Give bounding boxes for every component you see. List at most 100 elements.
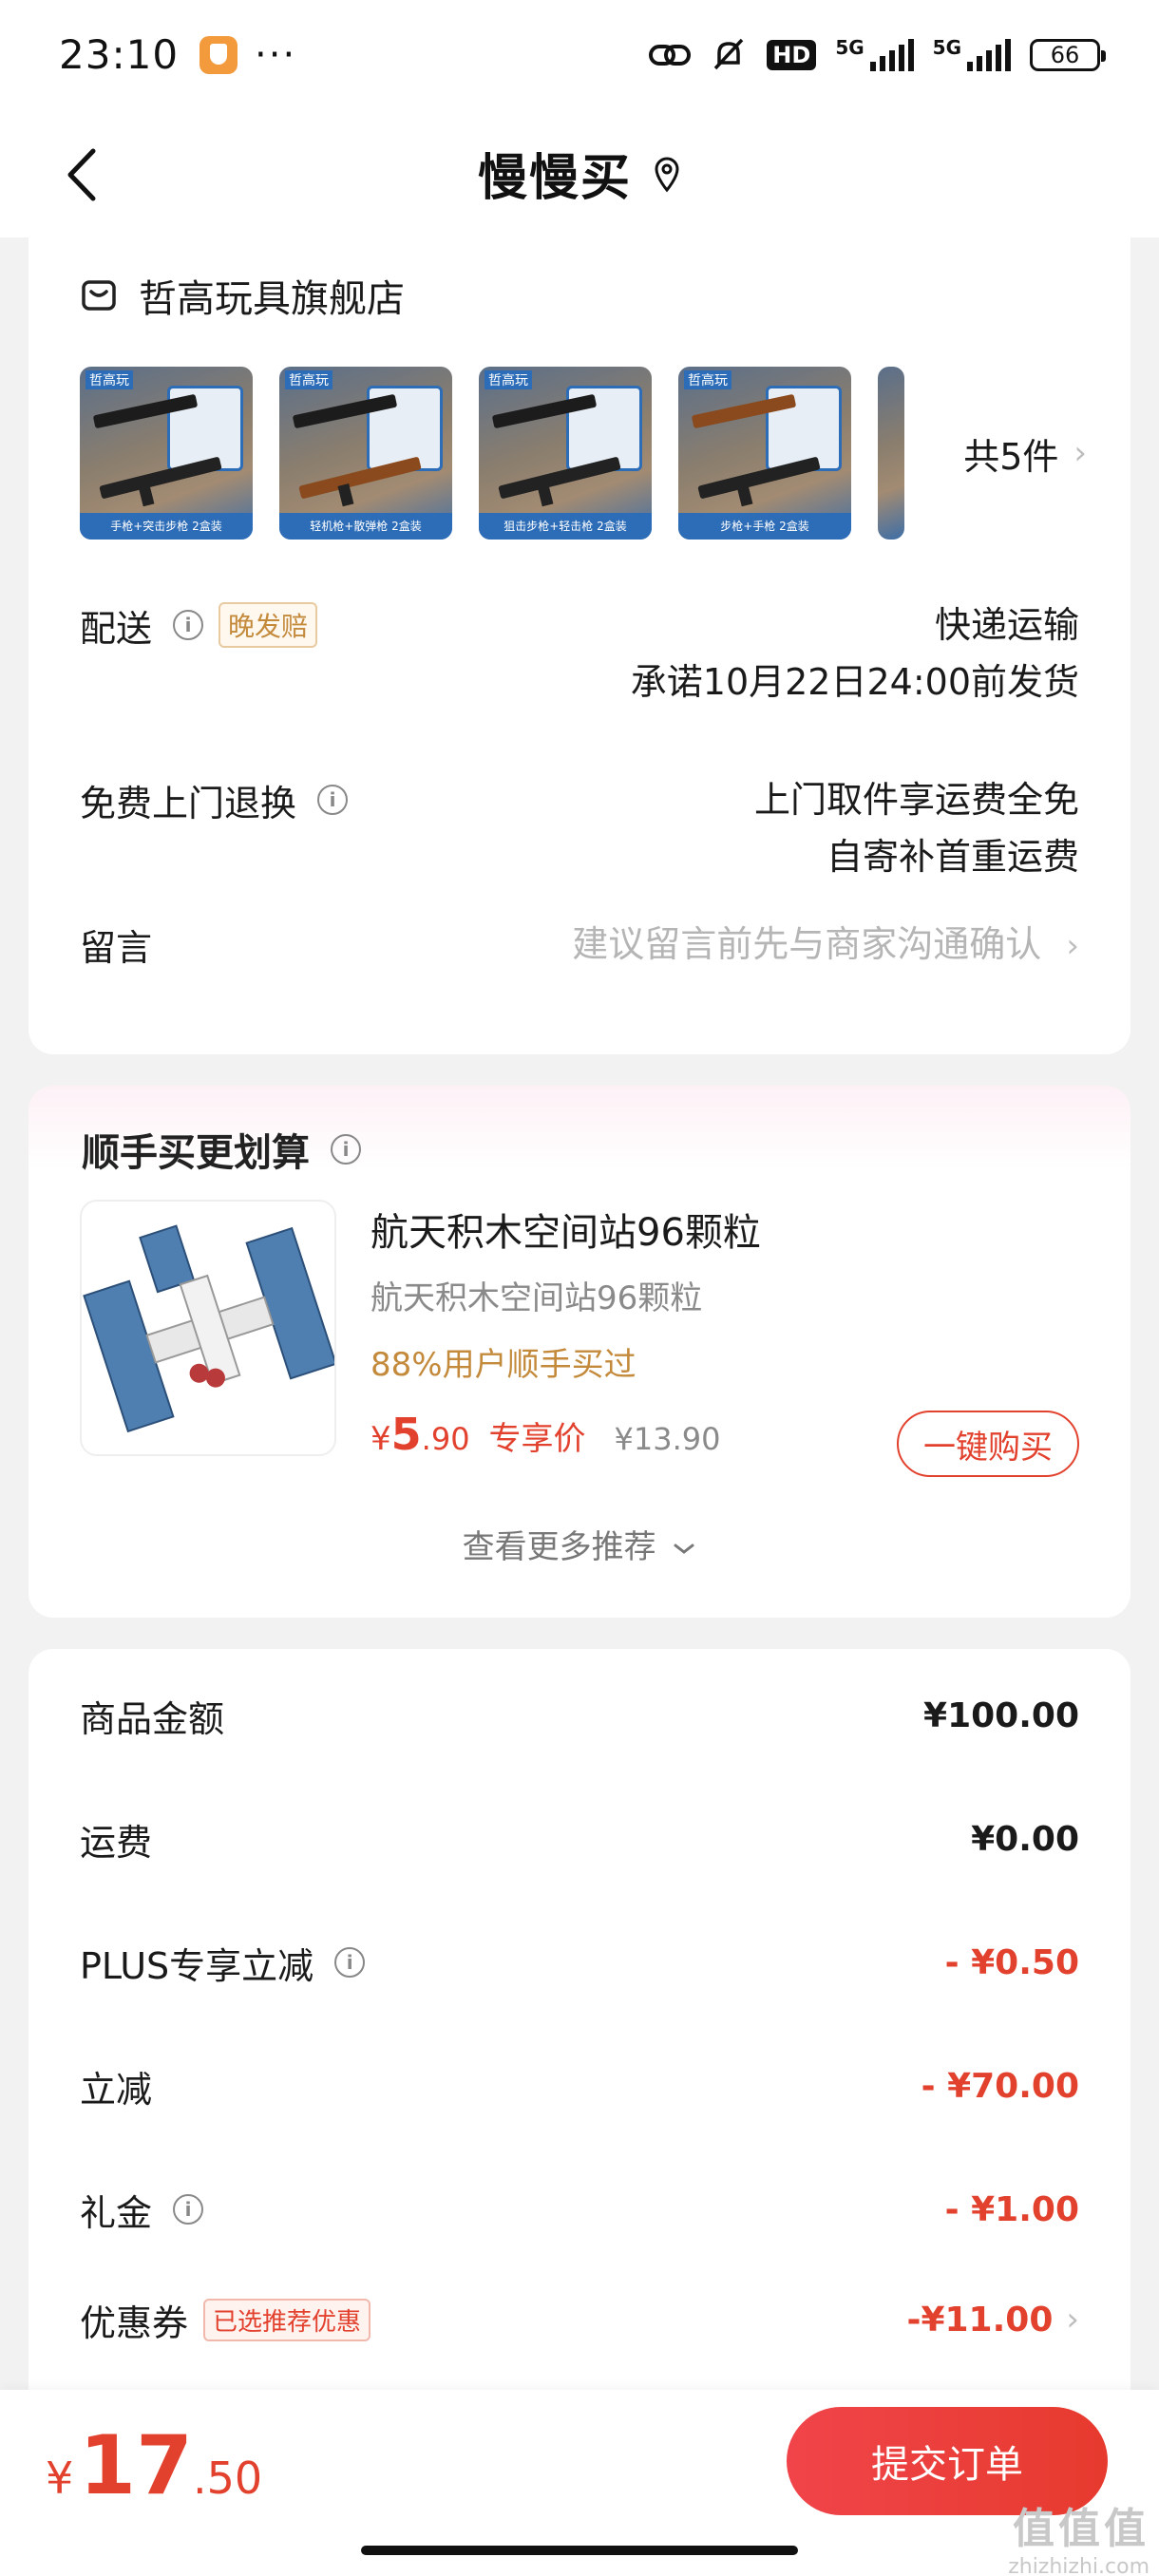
exclusive-price-label: 专享价 (488, 1420, 586, 1458)
free-return-row[interactable]: 免费上门退换 i 上门取件享运费全免 自寄补首重运费 (80, 771, 1079, 895)
network-type-1: 5G (835, 35, 864, 59)
total-price: ¥ 17 .50 (46, 2418, 262, 2513)
upsell-product-title[interactable]: 航天积木空间站96颗粒 (370, 1202, 761, 1257)
delivery-method: 快递运输 (934, 604, 1079, 646)
thumbnail-brand: 哲高玩 (484, 370, 532, 389)
delivery-row[interactable]: 配送 i 晚发赔 快递运输 承诺10月22日24:00前发货 (80, 597, 1079, 720)
fee-row-goods-amount: 商品金额 ¥100.00 (80, 1687, 1079, 1744)
signal-2-icon (967, 38, 1011, 71)
item-count[interactable]: 共5件 › (963, 427, 1087, 480)
status-bar: 23:10 ··· HD 5G 5G 66 (0, 0, 1159, 109)
thumbnail-brand: 哲高玩 (86, 370, 133, 389)
fee-value: - ¥0.50 (944, 1942, 1079, 1982)
store-row[interactable]: 哲高玩具旗舰店 (80, 268, 405, 323)
product-thumbnail[interactable]: 哲高玩 狙击步枪+轻击枪 2盒装 (479, 367, 652, 540)
message-label: 留言 (80, 926, 153, 969)
info-icon[interactable]: i (334, 1947, 366, 1978)
battery-icon: 66 (1030, 38, 1106, 71)
space-station-image (83, 1224, 334, 1433)
upsell-price: ¥ 5 .90 专享价 ¥13.90 (370, 1409, 721, 1460)
chevron-down-icon (674, 1544, 694, 1554)
link-icon (649, 44, 692, 66)
fee-value: - ¥70.00 (921, 2066, 1079, 2106)
location-pin-icon[interactable] (653, 155, 681, 193)
fee-row-shipping: 运费 ¥0.00 (80, 1810, 1079, 1867)
network-type-2: 5G (932, 35, 961, 59)
upsell-bought-rate: 88%用户顺手买过 (370, 1346, 636, 1384)
coupon-recommended-badge: 已选推荐优惠 (203, 2298, 371, 2341)
toy-gun-image (498, 456, 621, 500)
fee-row-plus-discount: PLUS专享立减 i - ¥0.50 (80, 1934, 1079, 1991)
watermark: 值值值 zhizhizhi.com (1008, 2494, 1150, 2576)
chevron-right-icon: › (1066, 927, 1079, 965)
product-thumbnail[interactable]: 哲高玩 步枪+手枪 2盒装 (678, 367, 851, 540)
thumbnail-caption: 狙击步枪+轻击枪 2盒装 (479, 513, 652, 540)
toy-gun-image (697, 456, 821, 500)
upsell-product-subtitle: 航天积木空间站96颗粒 (370, 1279, 703, 1317)
store-icon (82, 280, 116, 311)
return-line-2: 自寄补首重运费 (826, 836, 1079, 878)
price-breakdown-card: 商品金额 ¥100.00 运费 ¥0.00 PLUS专享立减 i - ¥0.50… (28, 1649, 1130, 2409)
watermark-url: zhizhizhi.com (1008, 2555, 1150, 2576)
fee-value: - ¥1.00 (944, 2189, 1079, 2229)
chevron-right-icon: › (1066, 2301, 1079, 2339)
fee-row-instant-discount: 立减 - ¥70.00 (80, 2057, 1079, 2114)
late-compensation-badge: 晚发赔 (218, 602, 318, 648)
fee-label: 立减 (80, 2068, 153, 2111)
fee-value: ¥0.00 (971, 1819, 1079, 1859)
page-title: 慢慢买 (477, 150, 632, 207)
info-icon[interactable]: i (173, 610, 204, 640)
thumbnail-caption: 手枪+突击步枪 2盒装 (80, 513, 253, 540)
back-arrow-icon[interactable] (59, 142, 106, 208)
mute-icon (714, 38, 744, 69)
message-row[interactable]: 留言 建议留言前先与商家沟通确认 › (80, 916, 1079, 973)
info-icon[interactable]: i (331, 1134, 361, 1165)
fee-value: -¥11.00 (906, 2300, 1054, 2339)
fee-value: ¥100.00 (923, 1695, 1079, 1735)
info-icon[interactable]: i (173, 2194, 204, 2225)
price-integer: 5 (390, 1409, 422, 1460)
shield-app-icon (200, 35, 238, 74)
free-return-label: 免费上门退换 (80, 782, 297, 824)
store-name: 哲高玩具旗舰店 (139, 277, 405, 321)
see-more-label: 查看更多推荐 (462, 1528, 656, 1566)
thumbnail-brand: 哲高玩 (285, 370, 332, 389)
home-indicator[interactable] (361, 2546, 798, 2555)
fee-label: 礼金 (80, 2191, 153, 2234)
total-integer: 17 (79, 2418, 193, 2513)
price-decimal: .90 (421, 1421, 470, 1457)
fee-label: 商品金额 (80, 1697, 225, 1740)
one-click-buy-button[interactable]: 一键购买 (897, 1411, 1079, 1477)
status-time: 23:10 (59, 31, 180, 78)
item-count-label: 共5件 (963, 435, 1059, 478)
thumbnail-brand: 哲高玩 (684, 370, 732, 389)
more-notifications-icon: ··· (255, 32, 297, 77)
fee-row-coupon[interactable]: 优惠券 已选推荐优惠 -¥11.00 › (80, 2291, 1079, 2348)
thumbnail-caption: 步枪+手枪 2盒装 (678, 513, 851, 540)
signal-1-icon (869, 38, 914, 71)
toy-gun-image (298, 456, 422, 500)
fee-label: PLUS专享立减 (80, 1944, 314, 1987)
product-thumbnail[interactable]: 哲高玩 手枪+突击步枪 2盒装 (80, 367, 253, 540)
fee-row-gift-money: 礼金 i - ¥1.00 (80, 2181, 1079, 2238)
delivery-label: 配送 (80, 607, 153, 650)
product-thumbnail[interactable] (878, 367, 904, 540)
price-currency: ¥ (370, 1420, 391, 1458)
upsell-product-image[interactable] (80, 1200, 336, 1456)
see-more-recommendations[interactable]: 查看更多推荐 (28, 1521, 1130, 1567)
delivery-promise: 承诺10月22日24:00前发货 (630, 661, 1079, 703)
product-thumbnails[interactable]: 哲高玩 手枪+突击步枪 2盒装 哲高玩 轻机枪+散弹枪 2盒装 哲高玩 狙击步枪… (80, 367, 1087, 540)
total-decimal: .50 (192, 2453, 263, 2504)
return-line-1: 上门取件享运费全免 (753, 779, 1079, 821)
thumbnail-caption: 轻机枪+散弹枪 2盒装 (279, 513, 452, 540)
fee-label: 运费 (80, 1821, 153, 1864)
watermark-logo: 值值值 (1013, 2505, 1150, 2553)
total-currency: ¥ (46, 2453, 74, 2504)
product-thumbnail[interactable]: 哲高玩 轻机枪+散弹枪 2盒装 (279, 367, 452, 540)
battery-level: 66 (1050, 41, 1080, 68)
upsell-header-label: 顺手买更划算 (82, 1131, 310, 1175)
info-icon[interactable]: i (317, 785, 349, 815)
upsell-header: 顺手买更划算 i (82, 1122, 361, 1177)
message-input[interactable]: 建议留言前先与商家沟通确认 (572, 923, 1041, 965)
order-items-card: 哲高玩具旗舰店 哲高玩 手枪+突击步枪 2盒装 哲高玩 轻机枪+散弹枪 2盒装 … (28, 218, 1130, 1054)
